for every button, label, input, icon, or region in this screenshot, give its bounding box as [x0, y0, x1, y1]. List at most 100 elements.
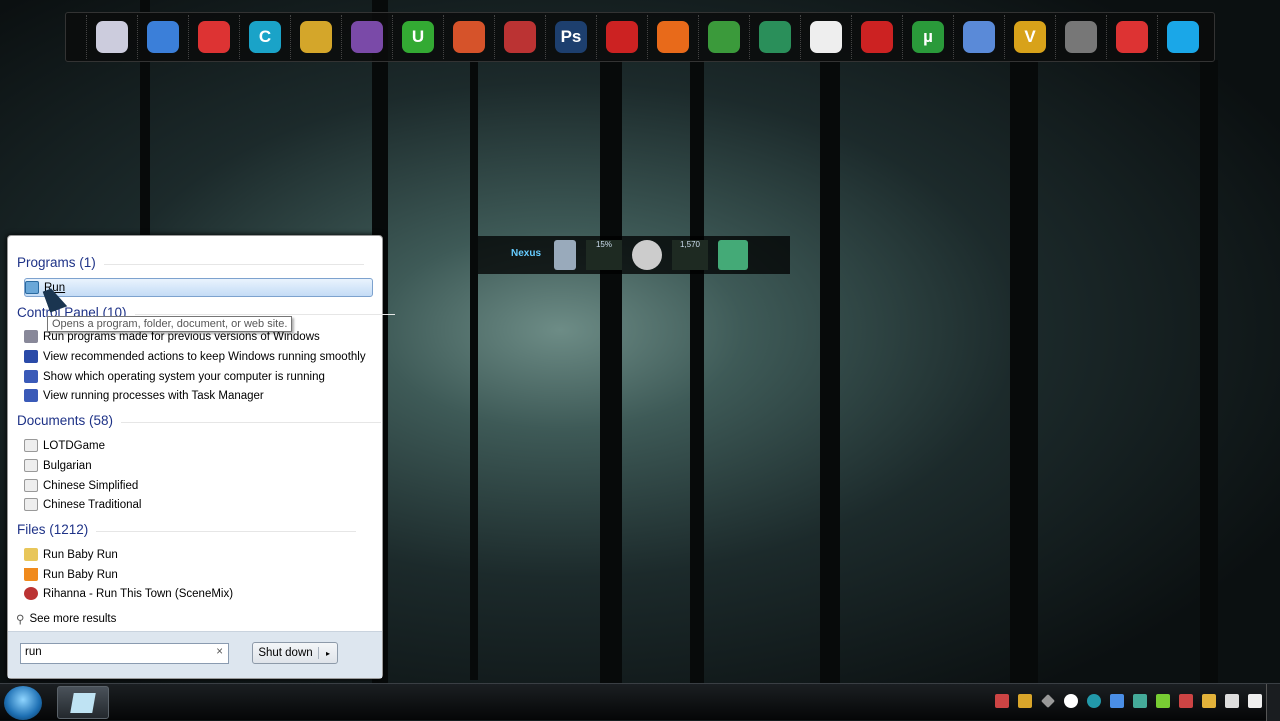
- tray-malwarebytes-icon[interactable]: [1110, 694, 1124, 708]
- dock-item[interactable]: [851, 15, 902, 59]
- tray-search-icon[interactable]: [1064, 694, 1078, 708]
- tray-diamond-icon[interactable]: [1041, 694, 1055, 708]
- dock-item[interactable]: µ: [902, 15, 953, 59]
- item-label: Run Baby Run: [43, 548, 118, 561]
- tray-volume-icon[interactable]: [1248, 694, 1262, 708]
- utorrent-icon: µ: [912, 21, 944, 53]
- search-icon: [810, 21, 842, 53]
- tray-network-share-icon[interactable]: [1018, 694, 1032, 708]
- dock-item[interactable]: V: [1004, 15, 1055, 59]
- droplet-icon: [1065, 21, 1097, 53]
- clear-search-icon[interactable]: ×: [216, 646, 223, 658]
- nexus-logo: Nexus: [510, 248, 541, 259]
- skype-icon: [1167, 21, 1199, 53]
- start-button[interactable]: [4, 686, 42, 720]
- file-item[interactable]: Rihanna - Run This Town (SceneMix): [24, 584, 233, 603]
- document-item[interactable]: Bulgarian: [24, 456, 92, 475]
- item-label: LOTDGame: [43, 439, 105, 452]
- paint-icon: [453, 21, 485, 53]
- show-desktop-button[interactable]: [1266, 684, 1280, 721]
- dock-item[interactable]: [647, 15, 698, 59]
- dock-item[interactable]: U: [392, 15, 443, 59]
- dock-item[interactable]: [86, 15, 137, 59]
- item-label: Chinese Traditional: [43, 498, 142, 511]
- shutdown-button[interactable]: Shut down ▸: [252, 642, 338, 664]
- search-input[interactable]: run ×: [20, 643, 229, 664]
- document-icon: [24, 459, 38, 472]
- media-icon: [24, 587, 38, 600]
- app-dock: C U Ps µ V: [65, 12, 1215, 62]
- download-icon: [861, 21, 893, 53]
- photoshop-icon: Ps: [555, 21, 587, 53]
- tray-ccleaner-icon[interactable]: [1087, 694, 1101, 708]
- dock-item[interactable]: [137, 15, 188, 59]
- document-item[interactable]: Chinese Traditional: [24, 495, 141, 514]
- dock-item[interactable]: Ps: [545, 15, 596, 59]
- dock-item[interactable]: [290, 15, 341, 59]
- keys-icon: [300, 21, 332, 53]
- control-panel-item[interactable]: View recommended actions to keep Windows…: [24, 347, 366, 366]
- file-item[interactable]: Run Baby Run: [24, 545, 118, 564]
- control-panel-item[interactable]: View running processes with Task Manager: [24, 386, 264, 405]
- dock-item[interactable]: [749, 15, 800, 59]
- camera-icon[interactable]: [718, 240, 748, 270]
- vlc-icon: [24, 568, 38, 581]
- recycle-bin-icon[interactable]: [554, 240, 576, 270]
- tool-icon: [504, 21, 536, 53]
- taskbar: [0, 683, 1280, 721]
- tray-idm-icon[interactable]: [1133, 694, 1147, 708]
- shutdown-label[interactable]: Shut down: [253, 647, 319, 659]
- dock-item[interactable]: [494, 15, 545, 59]
- control-panel-item[interactable]: Show which operating system your compute…: [24, 367, 325, 386]
- document-icon: [24, 498, 38, 511]
- documents-header: Documents (58): [17, 413, 382, 428]
- malwarebytes-icon: [147, 21, 179, 53]
- see-more-results[interactable]: ⚲ See more results: [16, 609, 116, 628]
- dock-item[interactable]: [800, 15, 851, 59]
- document-item[interactable]: Chinese Simplified: [24, 476, 138, 495]
- dock-item[interactable]: C: [239, 15, 290, 59]
- shutdown-options-arrow[interactable]: ▸: [319, 649, 337, 658]
- drive-icon[interactable]: [632, 240, 662, 270]
- dock-item[interactable]: [953, 15, 1004, 59]
- item-label: Run programs made for previous versions …: [43, 330, 320, 343]
- blocked-icon: [198, 21, 230, 53]
- dock-item[interactable]: [341, 15, 392, 59]
- program-run[interactable]: Run: [24, 278, 373, 297]
- tray-app-icon[interactable]: [995, 694, 1009, 708]
- item-label: Chinese Simplified: [43, 479, 139, 492]
- search-icon: ⚲: [16, 613, 25, 626]
- tray-speaker-red-icon[interactable]: [1179, 694, 1193, 708]
- tray-network-icon[interactable]: [1225, 694, 1239, 708]
- item-label: Rihanna - Run This Town (SceneMix): [43, 587, 234, 600]
- dock-item[interactable]: [1157, 15, 1208, 59]
- compat-icon: [24, 330, 38, 343]
- dock-item[interactable]: [1106, 15, 1157, 59]
- tray-chat-icon[interactable]: [1202, 694, 1216, 708]
- document-item[interactable]: LOTDGame: [24, 436, 105, 455]
- file-item[interactable]: Run Baby Run: [24, 565, 118, 584]
- ccleaner-icon: C: [249, 21, 281, 53]
- dock-item[interactable]: [1055, 15, 1106, 59]
- c-icon: [963, 21, 995, 53]
- dock-item[interactable]: [188, 15, 239, 59]
- notepad-icon: [96, 21, 128, 53]
- dock-item[interactable]: [443, 15, 494, 59]
- chrome-icon: [708, 21, 740, 53]
- taskbar-notepad-button[interactable]: [57, 686, 109, 719]
- item-label: Run Baby Run: [43, 568, 118, 581]
- ram-meter: 1,570: [672, 240, 708, 270]
- dock-item[interactable]: [596, 15, 647, 59]
- item-label: Show which operating system your compute…: [43, 370, 325, 383]
- item-label: Bulgarian: [43, 459, 92, 472]
- monitor-icon: [24, 370, 38, 383]
- tray-nvidia-icon[interactable]: [1156, 694, 1170, 708]
- system-tray: [995, 694, 1262, 708]
- idm-icon: [759, 21, 791, 53]
- monitor-icon: [24, 389, 38, 402]
- item-label: View recommended actions to keep Windows…: [43, 350, 366, 363]
- start-menu-footer: run × Shut down ▸: [8, 631, 382, 678]
- office-icon: [1116, 21, 1148, 53]
- dock-item[interactable]: [698, 15, 749, 59]
- files-header: Files (1212): [17, 522, 358, 537]
